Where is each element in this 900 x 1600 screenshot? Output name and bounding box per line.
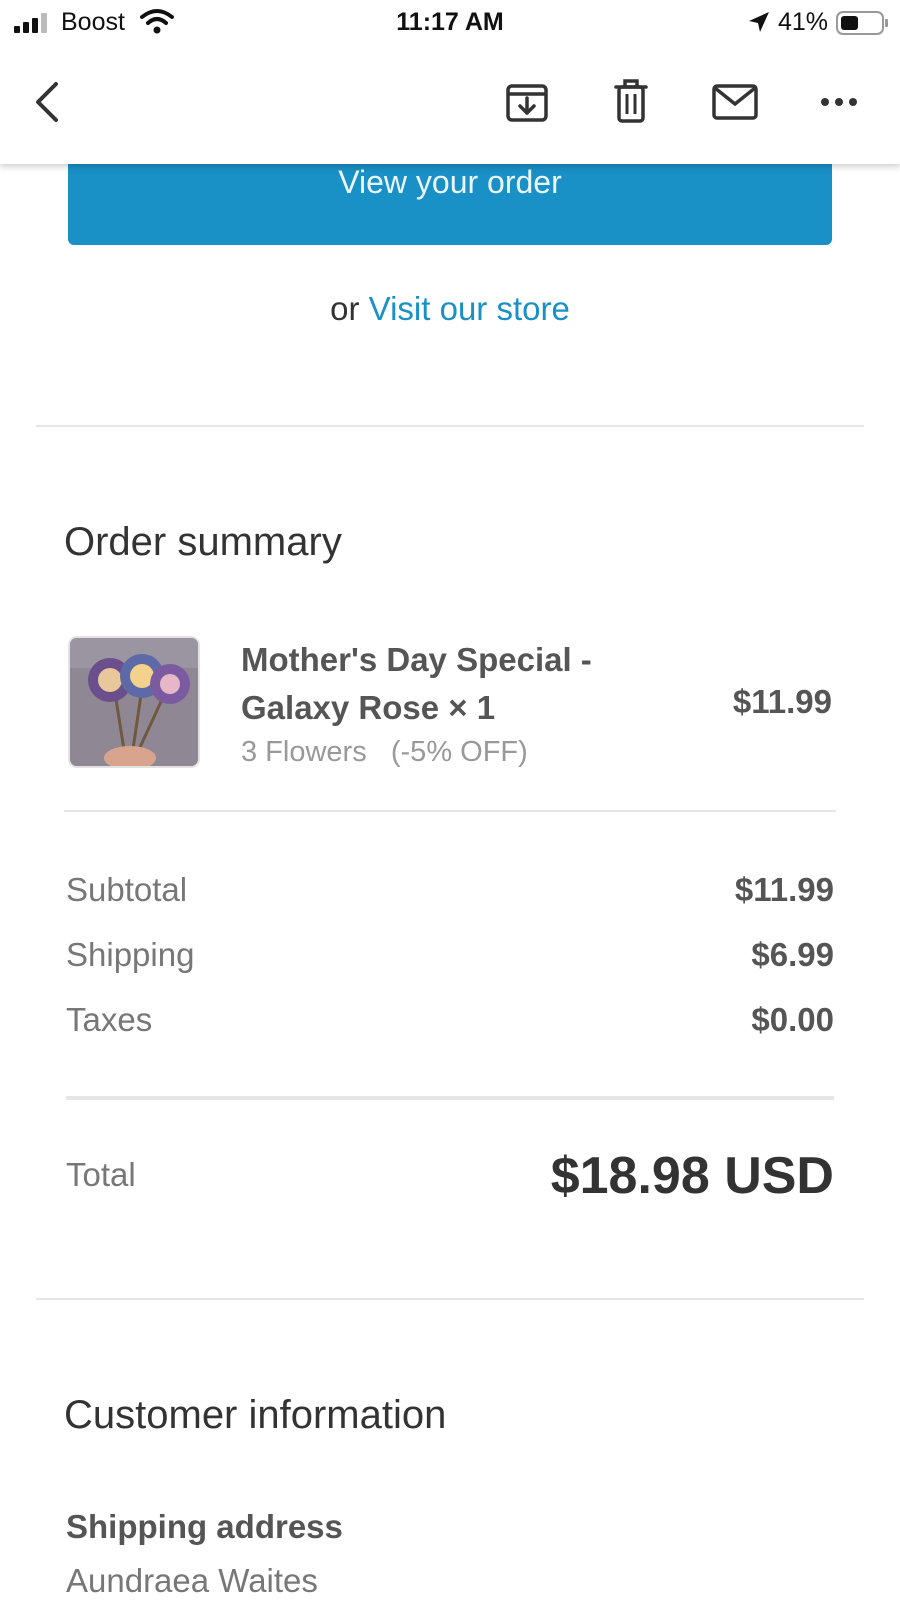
- shipping-label: Shipping: [66, 936, 195, 973]
- trash-icon[interactable]: [612, 78, 650, 124]
- total-label: Total: [66, 1156, 136, 1193]
- subtotal-value: $11.99: [734, 871, 834, 908]
- taxes-label: Taxes: [66, 1001, 153, 1038]
- or-text: or: [330, 290, 360, 327]
- product-name: Mother's Day Special - Galaxy Rose × 1: [241, 641, 592, 726]
- battery-percentage: 41%: [778, 8, 829, 36]
- visit-store-line: or Visit our store: [0, 290, 900, 328]
- mail-icon[interactable]: [712, 84, 758, 120]
- product-image: [68, 636, 200, 768]
- battery-icon: [836, 11, 888, 35]
- customer-information-title: Customer information: [64, 1393, 447, 1437]
- back-icon[interactable]: [30, 78, 66, 126]
- galaxy-rose-image: [70, 638, 198, 766]
- more-icon[interactable]: [820, 94, 858, 110]
- divider: [36, 1298, 864, 1300]
- order-summary-title: Order summary: [64, 520, 342, 564]
- archive-icon[interactable]: [505, 80, 549, 124]
- mail-toolbar: [0, 46, 900, 164]
- location-arrow-icon: [749, 12, 769, 32]
- divider: [36, 425, 864, 427]
- divider: [64, 810, 836, 812]
- visit-store-link[interactable]: Visit our store: [369, 290, 570, 327]
- total-value: $18.98 USD: [550, 1147, 834, 1205]
- subtotal-label: Subtotal: [66, 871, 188, 908]
- shipping-address-name: Aundraea Waites: [66, 1562, 318, 1599]
- taxes-value: $0.00: [751, 1001, 834, 1038]
- divider: [66, 1096, 834, 1100]
- status-bar: Boost 11:17 AM 41%: [0, 0, 900, 46]
- shipping-address-heading: Shipping address: [66, 1508, 343, 1545]
- product-price: $11.99: [732, 683, 832, 720]
- product-variant: 3 Flowers (-5% OFF): [241, 736, 528, 768]
- shipping-value: $6.99: [751, 936, 834, 973]
